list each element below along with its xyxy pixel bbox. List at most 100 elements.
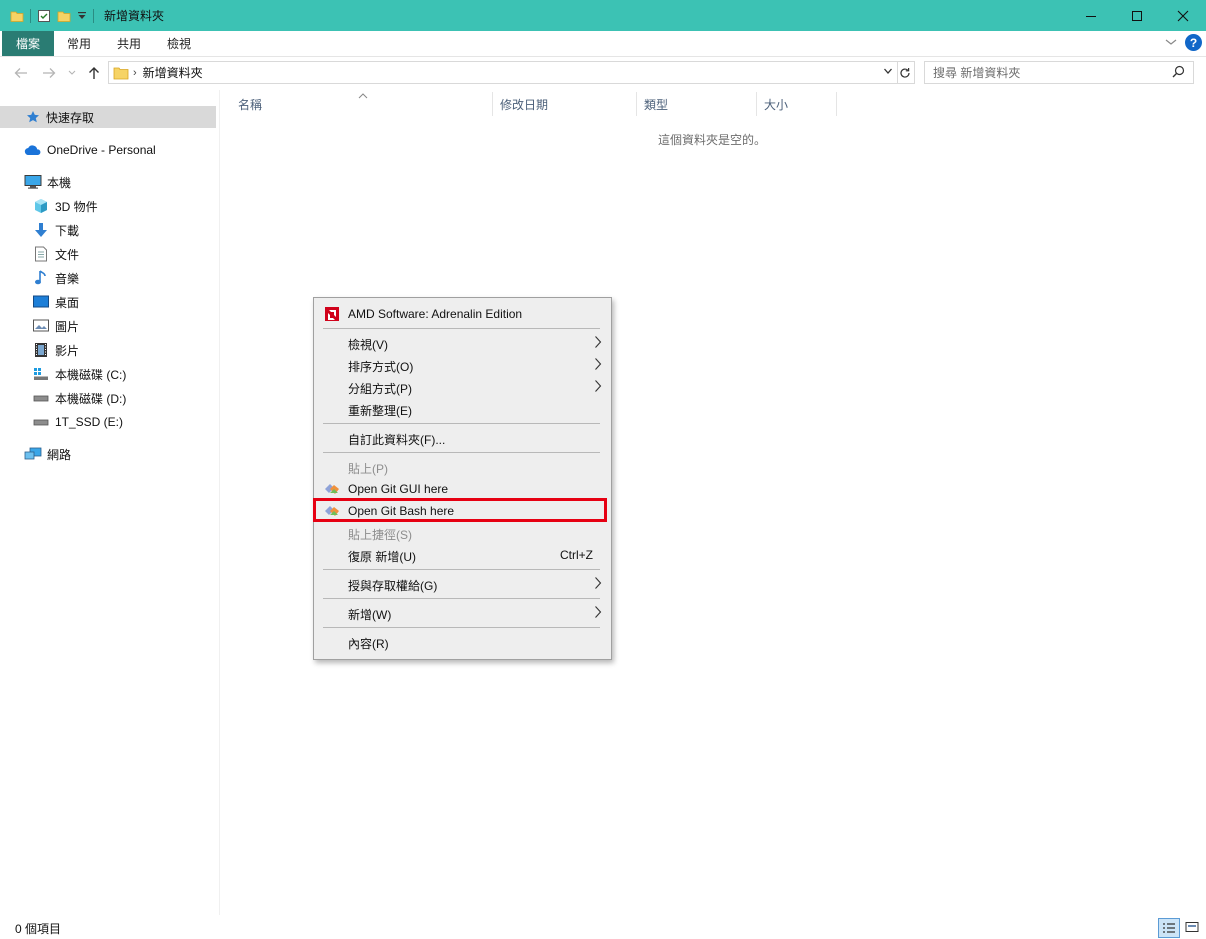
recent-locations-button[interactable] bbox=[66, 64, 78, 82]
column-header-name[interactable]: 名稱 bbox=[238, 92, 492, 116]
nav-this-pc[interactable]: 本機 bbox=[24, 171, 71, 193]
navigation-pane: 快速存取 OneDrive - Personal 本機 3D 物件 下載 文件 bbox=[0, 90, 218, 915]
column-header-type[interactable]: 類型 bbox=[644, 92, 756, 116]
menu-label: AMD Software: Adrenalin Edition bbox=[348, 307, 523, 321]
column-header-modified[interactable]: 修改日期 bbox=[500, 92, 636, 116]
column-divider[interactable] bbox=[836, 92, 837, 116]
customize-dropdown-icon[interactable] bbox=[77, 11, 87, 21]
menu-label: 新增(W) bbox=[348, 608, 392, 622]
menu-item-properties[interactable]: 內容(R) bbox=[314, 631, 611, 653]
drive-icon bbox=[32, 413, 50, 431]
nav-network[interactable]: 網路 bbox=[24, 443, 71, 465]
search-icon[interactable] bbox=[1172, 65, 1185, 81]
menu-item-group-by[interactable]: 分組方式(P) bbox=[314, 376, 611, 398]
nav-item-drive-c[interactable]: 本機磁碟 (C:) bbox=[32, 363, 126, 385]
menu-item-paste[interactable]: 貼上(P) bbox=[314, 456, 611, 478]
nav-item-music[interactable]: 音樂 bbox=[32, 267, 79, 289]
menu-item-sort-by[interactable]: 排序方式(O) bbox=[314, 354, 611, 376]
nav-label: 下載 bbox=[55, 223, 80, 238]
menu-shortcut: Ctrl+Z bbox=[560, 548, 593, 562]
download-arrow-icon bbox=[32, 221, 50, 239]
breadcrumb-current[interactable]: 新增資料夾 bbox=[143, 64, 203, 81]
address-bar[interactable]: › 新增資料夾 bbox=[108, 61, 898, 84]
empty-folder-message: 這個資料夾是空的。 bbox=[657, 133, 766, 147]
menu-label: 自訂此資料夾(F)... bbox=[348, 433, 446, 447]
tab-home[interactable]: 常用 bbox=[54, 31, 104, 56]
ribbon-tabs: 檔案 常用 共用 檢視 ? bbox=[0, 31, 1206, 57]
search-placeholder: 搜尋 新增資料夾 bbox=[933, 66, 1021, 80]
tab-file[interactable]: 檔案 bbox=[2, 31, 55, 56]
window-title: 新增資料夾 bbox=[104, 9, 165, 23]
folder-icon bbox=[113, 66, 129, 80]
quick-access-toolbar bbox=[10, 8, 100, 23]
breadcrumb-chevron-icon[interactable]: › bbox=[133, 67, 137, 79]
menu-item-view[interactable]: 檢視(V) bbox=[314, 332, 611, 354]
menu-item-undo-new[interactable]: 復原 新增(U) Ctrl+Z bbox=[314, 544, 611, 566]
help-icon[interactable]: ? bbox=[1185, 34, 1202, 51]
nav-item-documents[interactable]: 文件 bbox=[32, 243, 79, 265]
nav-item-3d-objects[interactable]: 3D 物件 bbox=[32, 195, 98, 217]
menu-label: 貼上(P) bbox=[348, 462, 388, 476]
nav-onedrive[interactable]: OneDrive - Personal bbox=[24, 139, 156, 161]
nav-item-pictures[interactable]: 圖片 bbox=[32, 315, 79, 337]
title-bar: 新增資料夾 bbox=[0, 0, 1206, 31]
menu-item-open-git-bash[interactable]: Open Git Bash here bbox=[314, 500, 611, 522]
nav-item-drive-e[interactable]: 1T_SSD (E:) bbox=[32, 411, 123, 433]
computer-monitor-icon bbox=[24, 173, 42, 191]
menu-label: Open Git GUI here bbox=[348, 482, 449, 496]
minimize-icon bbox=[1086, 15, 1096, 17]
nav-label: 本機磁碟 (C:) bbox=[55, 367, 127, 382]
column-divider[interactable] bbox=[492, 92, 493, 116]
refresh-button[interactable] bbox=[896, 61, 915, 84]
nav-label: 文件 bbox=[55, 247, 80, 262]
menu-item-refresh[interactable]: 重新整理(E) bbox=[314, 398, 611, 420]
tab-view[interactable]: 檢視 bbox=[154, 31, 204, 56]
menu-label: 分組方式(P) bbox=[348, 382, 412, 396]
nav-item-desktop[interactable]: 桌面 bbox=[32, 291, 79, 313]
back-button[interactable] bbox=[12, 64, 30, 82]
menu-item-paste-shortcut[interactable]: 貼上捷徑(S) bbox=[314, 522, 611, 544]
search-box[interactable]: 搜尋 新增資料夾 bbox=[924, 61, 1194, 84]
star-icon bbox=[26, 108, 40, 126]
close-button[interactable] bbox=[1160, 0, 1206, 31]
menu-item-amd-software[interactable]: AMD Software: Adrenalin Edition bbox=[314, 303, 611, 325]
nav-label: 3D 物件 bbox=[55, 199, 98, 214]
maximize-button[interactable] bbox=[1114, 0, 1160, 31]
nav-item-drive-d[interactable]: 本機磁碟 (D:) bbox=[32, 387, 126, 409]
submenu-chevron-icon bbox=[594, 379, 602, 396]
menu-separator bbox=[323, 452, 600, 453]
nav-label: 網路 bbox=[47, 447, 72, 462]
nav-quick-access[interactable]: 快速存取 bbox=[0, 106, 216, 128]
large-icons-view-button[interactable] bbox=[1182, 918, 1202, 936]
menu-label: 重新整理(E) bbox=[348, 404, 412, 418]
menu-item-customize-folder[interactable]: 自訂此資料夾(F)... bbox=[314, 427, 611, 449]
column-header-size[interactable]: 大小 bbox=[764, 92, 836, 116]
nav-item-videos[interactable]: 影片 bbox=[32, 339, 79, 361]
menu-item-open-git-gui[interactable]: Open Git GUI here bbox=[314, 478, 611, 500]
cloud-icon bbox=[24, 141, 42, 159]
menu-item-new[interactable]: 新增(W) bbox=[314, 602, 611, 624]
properties-check-icon[interactable] bbox=[37, 9, 51, 23]
column-divider[interactable] bbox=[636, 92, 637, 116]
menu-label: Open Git Bash here bbox=[348, 504, 455, 518]
nav-item-downloads[interactable]: 下載 bbox=[32, 219, 79, 241]
up-button[interactable] bbox=[86, 64, 102, 82]
expand-ribbon-icon[interactable] bbox=[1165, 36, 1177, 50]
address-history-dropdown-icon[interactable] bbox=[883, 65, 893, 80]
maximize-icon bbox=[1132, 10, 1142, 21]
window-controls bbox=[1068, 0, 1206, 31]
new-folder-icon[interactable] bbox=[57, 9, 71, 23]
up-arrow-icon bbox=[89, 67, 99, 79]
menu-label: 貼上捷徑(S) bbox=[348, 528, 412, 542]
forward-button[interactable] bbox=[40, 64, 58, 82]
menu-item-give-access[interactable]: 授與存取權給(G) bbox=[314, 573, 611, 595]
cube-icon bbox=[32, 197, 50, 215]
pane-splitter[interactable] bbox=[219, 90, 220, 915]
toolbar-divider bbox=[93, 8, 94, 23]
details-view-button[interactable] bbox=[1158, 918, 1180, 938]
context-menu: AMD Software: Adrenalin Edition 檢視(V) 排序… bbox=[313, 297, 612, 660]
tab-share[interactable]: 共用 bbox=[104, 31, 154, 56]
nav-label: 影片 bbox=[55, 343, 80, 358]
column-divider[interactable] bbox=[756, 92, 757, 116]
minimize-button[interactable] bbox=[1068, 0, 1114, 31]
